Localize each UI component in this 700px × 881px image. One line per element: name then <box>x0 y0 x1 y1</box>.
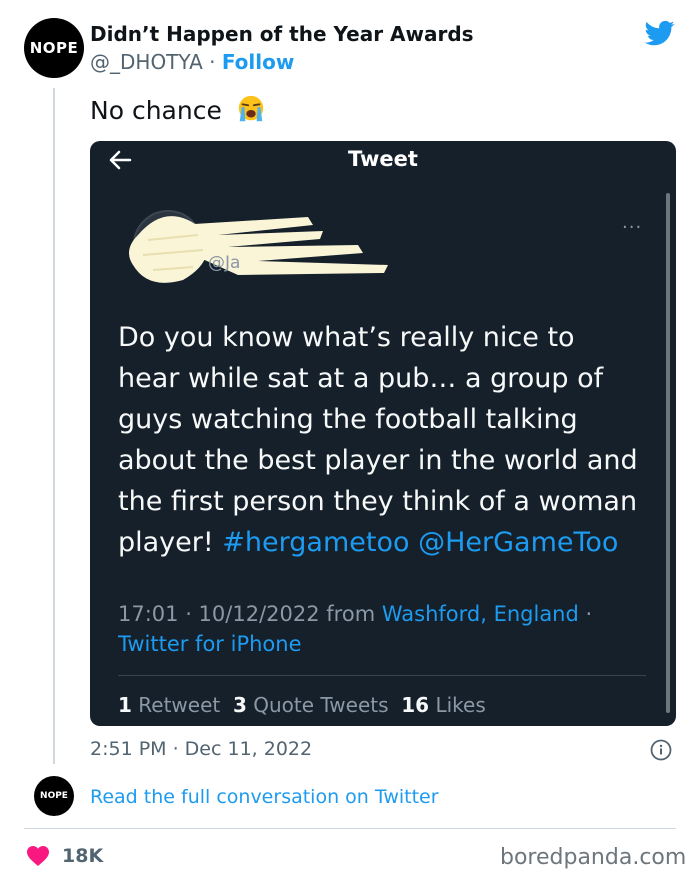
scrollbar[interactable] <box>666 193 670 713</box>
embedded-text-line: about the best player in the world and <box>118 445 638 476</box>
meta-separator: · <box>585 602 593 626</box>
tweet-text: No chance <box>90 94 266 125</box>
embedded-text-line: the first person they think of a woman <box>118 486 638 517</box>
tweet-timestamp[interactable]: 2:51 PM · Dec 11, 2022 <box>90 738 312 760</box>
loudly-crying-face-icon <box>238 95 263 122</box>
likes-count-inner: 16 <box>401 693 430 717</box>
embedded-header-title: Tweet <box>348 147 418 171</box>
embedded-tweet-text: Do you know what’s really nice to hear w… <box>118 317 658 563</box>
author-avatar[interactable]: NOPE <box>24 18 84 78</box>
embedded-meta: 17:01 · 10/12/2022 from Washford, Englan… <box>118 599 658 659</box>
author-handle[interactable]: @_DHOTYA <box>90 50 203 74</box>
twitter-bird-icon[interactable] <box>643 18 677 48</box>
heart-icon[interactable] <box>26 845 50 867</box>
likes-label[interactable]: Likes <box>435 693 485 717</box>
embedded-stats: 1 Retweet 3 Quote Tweets 16 Likes <box>118 693 486 717</box>
embedded-partial-handle: @Ja <box>208 253 241 273</box>
embedded-text-line: Do you know what’s really nice to <box>118 322 575 353</box>
retweets-label[interactable]: Retweet <box>138 693 220 717</box>
separator-dot: · <box>209 50 216 74</box>
quotes-label[interactable]: Quote Tweets <box>253 693 388 717</box>
thread-line <box>53 88 55 764</box>
info-icon[interactable] <box>650 739 672 761</box>
read-conversation-link[interactable]: Read the full conversation on Twitter <box>90 786 439 808</box>
author-handle-row: @_DHOTYA · Follow <box>90 50 294 74</box>
embedded-text-line: guys watching the football talking <box>118 404 578 435</box>
embedded-text-line: hear while sat at a pub… a group of <box>118 363 604 394</box>
more-options-icon[interactable]: ··· <box>622 217 642 238</box>
watermark: boredpanda.com <box>500 845 687 870</box>
author-name[interactable]: Didn’t Happen of the Year Awards <box>90 22 474 46</box>
redaction-scribble <box>129 210 388 283</box>
stats-divider <box>118 675 646 676</box>
embedded-text-line: player! <box>118 527 214 558</box>
mention-link[interactable]: @HerGameToo <box>418 527 618 558</box>
retweets-count: 1 <box>118 693 132 717</box>
conversation-avatar[interactable]: NOPE <box>34 776 74 816</box>
footer-divider <box>24 828 676 829</box>
likes-count[interactable]: 18K <box>62 845 103 867</box>
embedded-from: from <box>326 602 376 626</box>
source-link[interactable]: Twitter for iPhone <box>118 632 302 656</box>
location-link[interactable]: Washford, England <box>382 602 579 626</box>
quotes-count: 3 <box>232 693 247 717</box>
embedded-time: 17:01 · 10/12/2022 <box>118 602 320 626</box>
follow-button[interactable]: Follow <box>222 50 295 74</box>
embedded-tweet-screenshot: Tweet ··· @Ja Do you know what’s really … <box>90 141 676 726</box>
hashtag-link[interactable]: #hergametoo <box>222 527 409 558</box>
tweet-body: No chance <box>90 96 222 125</box>
